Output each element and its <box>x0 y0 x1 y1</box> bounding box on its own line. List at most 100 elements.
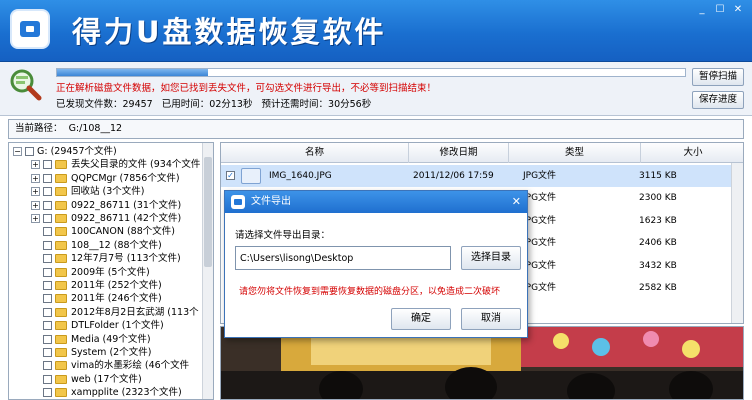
tree-node[interactable]: vima的水墨彩绘 (46个文件 <box>31 359 189 372</box>
folder-icon <box>55 160 67 170</box>
tree-node[interactable]: + 回收站 (3个文件) <box>31 185 144 198</box>
tree-checkbox[interactable] <box>43 187 52 197</box>
pause-scan-button[interactable]: 暂停扫描 <box>692 68 744 86</box>
directory-tree[interactable]: − G: (29457个文件) + 丢失父目录的文件 (934个文件 + QQPCMgr … <box>8 142 214 400</box>
folder-icon <box>55 214 67 223</box>
tree-node-label: QQPCMgr (7856个文件) <box>71 172 180 184</box>
file-list-scrollbar[interactable] <box>731 163 743 323</box>
tree-checkbox[interactable] <box>43 307 52 317</box>
current-path-value: G:/108__12 <box>68 123 123 134</box>
tree-expander-icon[interactable]: − <box>13 147 22 156</box>
tree-expander-icon[interactable]: + <box>31 200 40 210</box>
ok-button[interactable]: 确定 <box>391 308 451 330</box>
tree-checkbox[interactable] <box>43 173 52 183</box>
magnifier-icon <box>10 69 42 101</box>
tree-node[interactable]: DTLFolder (1个文件) <box>31 319 164 332</box>
cancel-button[interactable]: 取消 <box>461 308 521 330</box>
column-name[interactable]: 名称 <box>221 143 409 163</box>
tree-node-label: Media (49个文件) <box>71 333 151 345</box>
tree-checkbox[interactable] <box>43 374 52 384</box>
tree-expander-icon[interactable]: + <box>31 187 40 197</box>
tree-node-label: 0922_86711 (42个文件) <box>71 213 182 224</box>
folder-icon <box>55 187 67 197</box>
scan-stats: 已发现文件数：29457 已用时间：02分13秒 预计还需时间：30分56秒 <box>56 96 371 110</box>
folder-icon <box>55 334 67 344</box>
tree-checkbox[interactable] <box>43 348 52 357</box>
file-date-cell: 2011/12/06 17:59 <box>413 171 494 181</box>
tree-node[interactable]: 108__12 (88个文件) <box>31 239 162 252</box>
tree-scrollbar[interactable] <box>202 143 213 399</box>
tree-node-label: 2011年 (252个文件) <box>71 280 162 291</box>
tree-node[interactable]: 2011年 (252个文件) <box>31 279 162 292</box>
tree-node[interactable]: 2012年8月2日玄武湖 (113个 <box>31 306 199 319</box>
tree-checkbox[interactable] <box>43 361 52 371</box>
tree-node[interactable]: 2009年 (5个文件) <box>31 266 150 279</box>
tree-checkbox[interactable] <box>43 388 52 398</box>
tree-checkbox[interactable] <box>43 240 52 250</box>
tree-checkbox[interactable] <box>43 200 52 210</box>
folder-icon <box>55 240 67 250</box>
tree-node-label: vima的水墨彩绘 (46个文件 <box>71 360 190 372</box>
export-path-input[interactable] <box>235 246 451 270</box>
scan-status-panel: 正在解析磁盘文件数据，如您已找到丢失文件，可勾选文件进行导出，不必等到扫描结束！… <box>0 62 752 116</box>
folder-icon <box>55 374 67 384</box>
tree-node[interactable]: − G: (29457个文件) <box>13 145 117 158</box>
app-title: 得力U盘数据恢复软件 <box>72 15 387 49</box>
tree-node[interactable]: +0922_86711 (42个文件) <box>31 212 181 225</box>
folder-icon <box>55 281 67 290</box>
tree-checkbox[interactable] <box>25 147 34 156</box>
folder-icon <box>55 294 67 304</box>
dialog-title: 文件导出 <box>251 196 291 207</box>
found-count: 已发现文件数：29457 <box>56 99 153 110</box>
tree-expander-icon[interactable]: + <box>31 160 40 170</box>
tree-checkbox[interactable] <box>43 267 52 277</box>
tree-node-label: 100CANON (88个文件) <box>71 226 175 238</box>
column-modified[interactable]: 修改日期 <box>409 143 509 163</box>
tree-node[interactable]: 12年7月7号 (113个文件) <box>31 252 181 265</box>
maximize-button[interactable]: ☐ <box>712 4 728 16</box>
tree-node[interactable]: + 丢失父目录的文件 (934个文件 <box>31 158 200 171</box>
folder-icon <box>55 173 67 183</box>
tree-checkbox[interactable] <box>43 281 52 290</box>
tree-node[interactable]: +0922_86711 (31个文件) <box>31 199 181 212</box>
folder-icon <box>55 307 67 317</box>
tree-expander-icon[interactable]: + <box>31 214 40 223</box>
file-size-cell: 2582 KB <box>639 283 677 293</box>
file-checkbox[interactable]: ✓ <box>226 171 235 180</box>
scan-progress-fill <box>57 69 208 76</box>
column-size[interactable]: 大小 <box>641 143 743 163</box>
save-progress-button[interactable]: 保存进度 <box>692 91 744 109</box>
tree-checkbox[interactable] <box>43 321 52 331</box>
column-type[interactable]: 类型 <box>509 143 641 163</box>
tree-checkbox[interactable] <box>43 294 52 304</box>
elapsed-time: 已用时间：02分13秒 <box>161 99 253 110</box>
tree-checkbox[interactable] <box>43 227 52 237</box>
export-dialog: 文件导出 ✕ 请选择文件导出目录： 选择目录 请您勿将文件恢复到需要恢复数据的磁… <box>224 190 528 338</box>
file-size-cell: 2300 KB <box>639 193 677 204</box>
dialog-close-icon[interactable]: ✕ <box>512 191 521 213</box>
tree-node[interactable]: System (2个文件) <box>31 346 151 359</box>
tree-node[interactable]: Media (49个文件) <box>31 333 151 346</box>
tree-node[interactable]: xampplite (2323个文件) <box>31 386 182 399</box>
tree-checkbox[interactable] <box>43 160 52 170</box>
choose-directory-button[interactable]: 选择目录 <box>461 246 521 270</box>
tree-checkbox[interactable] <box>43 214 52 223</box>
tree-node[interactable]: 100CANON (88个文件) <box>31 225 175 238</box>
close-button[interactable]: ✕ <box>730 4 746 16</box>
folder-icon <box>55 348 67 357</box>
file-size-cell: 2406 KB <box>639 238 677 249</box>
tree-node-label: xampplite (2323个文件) <box>71 387 182 399</box>
file-list-header: 名称 修改日期 类型 大小 <box>221 143 743 163</box>
tree-node[interactable]: + QQPCMgr (7856个文件) <box>31 172 180 185</box>
minimize-button[interactable]: _ <box>694 4 710 16</box>
tree-checkbox[interactable] <box>43 254 52 264</box>
tree-expander-icon[interactable]: + <box>31 173 40 183</box>
file-size-cell: 3432 KB <box>639 260 677 271</box>
tree-checkbox[interactable] <box>43 334 52 344</box>
tree-node[interactable]: web (17个文件) <box>31 373 142 386</box>
tree-node[interactable]: 2011年 (246个文件) <box>31 292 162 305</box>
tree-node-label: web (17个文件) <box>71 373 142 385</box>
file-name-cell: IMG_1640.JPG <box>269 171 332 181</box>
tree-node-label: 108__12 (88个文件) <box>71 239 162 251</box>
file-row[interactable]: ✓ IMG_1640.JPG 2011/12/06 17:59 JPG文件 3115 K… <box>221 165 733 187</box>
